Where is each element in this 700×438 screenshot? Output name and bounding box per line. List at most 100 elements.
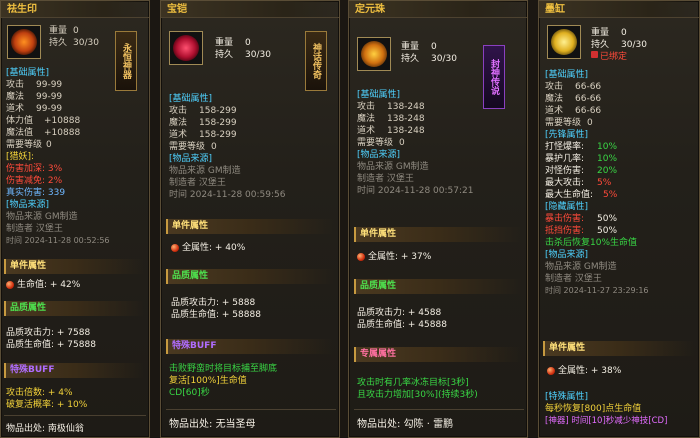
stat-value: 66-66: [575, 106, 602, 116]
exclusive-line: 且攻击力增加[30%](持续3秒): [357, 390, 478, 400]
quality-attr-header: 品质属性: [354, 279, 522, 294]
item-title: 祛生印: [1, 1, 149, 18]
stat-value: 99-99: [36, 104, 63, 114]
hidden-label: 暴击伤害:: [545, 214, 585, 224]
exclusive-attr-header: 专属属性: [354, 347, 522, 362]
item-icon: [547, 25, 581, 59]
source-header: [物品来源]: [169, 154, 213, 164]
single-attr-header: 单件属性: [354, 227, 522, 242]
stat-label: 魔法: [357, 114, 376, 124]
single-attr-header: 单件属性: [166, 219, 334, 234]
stat-label: 魔法值: [6, 128, 34, 138]
single-attr-header: 单件属性: [543, 341, 695, 356]
source-line: 时间 2024-11-27 23:29:16: [545, 286, 649, 295]
stat-value: 158-299: [199, 130, 237, 140]
lead-label: 最大生命值:: [545, 190, 594, 200]
weight-value: 0: [431, 42, 437, 52]
rarity-tag: 封神传说: [483, 45, 505, 109]
lead-value: 10%: [597, 154, 618, 164]
buff-line: 攻击倍数: + 4%: [6, 388, 73, 398]
stat-value: +10888: [44, 116, 81, 126]
buff-header: 特殊BUFF: [166, 339, 334, 354]
item-panel-2: 宝铠 重量 0 持久 30/30 神话传奇 [基础属性] 攻击 158-299 魔法 1…: [160, 0, 340, 438]
stat-label: 道术: [169, 130, 188, 140]
weight-value: 0: [73, 26, 79, 36]
source-header: [物品来源]: [357, 150, 401, 160]
quality-line: 品质生命值: + 58888: [171, 310, 261, 320]
special-line: [神器] 时间[10]秒减少神技[CD]: [545, 416, 668, 426]
quality-line: 品质生命值: + 45888: [357, 320, 447, 330]
durability-value: 30/30: [73, 38, 99, 48]
source-line: 制造者 汉堡王: [169, 178, 226, 188]
source-line: 物品来源 GM制造: [545, 262, 617, 272]
lead-label: 对怪伤害:: [545, 166, 585, 176]
stat-label: 攻击: [545, 82, 564, 92]
stat-label: 需要等级: [357, 138, 394, 148]
quality-line: 品质攻击力: + 7588: [6, 328, 91, 338]
stat-label: 魔法: [6, 92, 25, 102]
buff-header: 特殊BUFF: [4, 363, 144, 378]
durability-label: 持久: [215, 50, 234, 60]
true-damage: 真实伤害: 339: [6, 188, 66, 198]
stat-value: 99-99: [36, 80, 63, 90]
item-icon: [169, 31, 203, 65]
stat-value: 0: [399, 138, 405, 148]
origin-label: 物品出处:: [169, 419, 213, 430]
single-attr-line: 全属性: + 40%: [182, 243, 246, 253]
durability-value: 30/30: [245, 50, 271, 60]
source-line: 物品来源 GM制造: [169, 166, 241, 176]
quality-attr-header: 品质属性: [4, 301, 144, 316]
item-panel-4: 墨缸 重量 0 持久 30/30 已绑定 [基础属性] 攻击 66-66 魔法 66-6…: [538, 0, 700, 438]
exclusive-line: 攻击时有几率冰冻目标[3秒]: [357, 378, 469, 388]
weight-value: 0: [245, 38, 251, 48]
rarity-tag: 永恒神器: [115, 31, 137, 91]
stat-value: 0: [587, 118, 593, 128]
fire-orb-icon: [357, 252, 365, 261]
source-header: [物品来源]: [6, 200, 50, 210]
stat-value: 66-66: [575, 94, 602, 104]
hidden-label: 抵挡伤害:: [545, 226, 585, 236]
buff-line: CD[60]秒: [169, 388, 210, 398]
single-attr-line: 全属性: + 37%: [368, 252, 432, 262]
buff-line: 复活[100%]生命值: [169, 376, 247, 386]
lock-icon: [591, 51, 598, 58]
lead-attr-header: [先锋属性]: [545, 130, 589, 140]
buff-line: 破复活概率: + 10%: [6, 400, 88, 410]
stat-label: 魔法: [169, 118, 188, 128]
quality-attr-header: 品质属性: [166, 269, 334, 284]
durability-label: 持久: [401, 54, 420, 64]
rarity-tag: 神话传奇: [305, 31, 327, 91]
special-line: 伤害减免: 2%: [6, 176, 63, 186]
item-title: 定元珠: [349, 1, 527, 18]
stat-value: 0: [46, 140, 52, 150]
hidden-value: 50%: [597, 226, 618, 236]
item-origin: 物品出处: 南极仙翁: [6, 424, 84, 434]
buff-line: 击败野蛮时将目标捕至脚底: [169, 364, 278, 374]
base-attr-header: [基础属性]: [357, 90, 401, 100]
fire-orb-icon: [6, 280, 14, 289]
base-attr-header: [基础属性]: [169, 94, 213, 104]
lead-value: 10%: [597, 142, 618, 152]
special-header: [猎妖]:: [6, 152, 35, 162]
origin-value: 无当圣母: [215, 419, 256, 430]
item-panel-1: 祛生印 重量 0 持久 30/30 永恒神器 [基础属性] 攻击 99-99 魔法 99…: [0, 0, 150, 438]
hidden-label: 击杀后恢复10%生命值: [545, 238, 638, 248]
fire-orb-icon: [547, 366, 555, 375]
stat-value: 138-248: [387, 126, 425, 136]
lead-label: 最大攻击:: [545, 178, 585, 188]
stat-label: 需要等级: [169, 142, 206, 152]
stat-value: 66-66: [575, 82, 602, 92]
weight-label: 重量: [215, 38, 234, 48]
single-attr-header: 单件属性: [4, 259, 144, 274]
source-line: 时间 2024-11-28 00:59:56: [169, 190, 286, 200]
origin-value: 勾陈 · 雷鹏: [403, 419, 454, 430]
item-icon: [357, 37, 391, 71]
durability-label: 持久: [591, 40, 610, 50]
quality-line: 品质生命值: + 75888: [6, 340, 96, 350]
stat-value: 158-299: [199, 118, 237, 128]
stat-label: 道术: [357, 126, 376, 136]
weight-label: 重量: [401, 42, 420, 52]
durability-value: 30/30: [431, 54, 457, 64]
weight-label: 重量: [591, 28, 610, 38]
source-line: 制造者 汉堡王: [545, 274, 602, 284]
